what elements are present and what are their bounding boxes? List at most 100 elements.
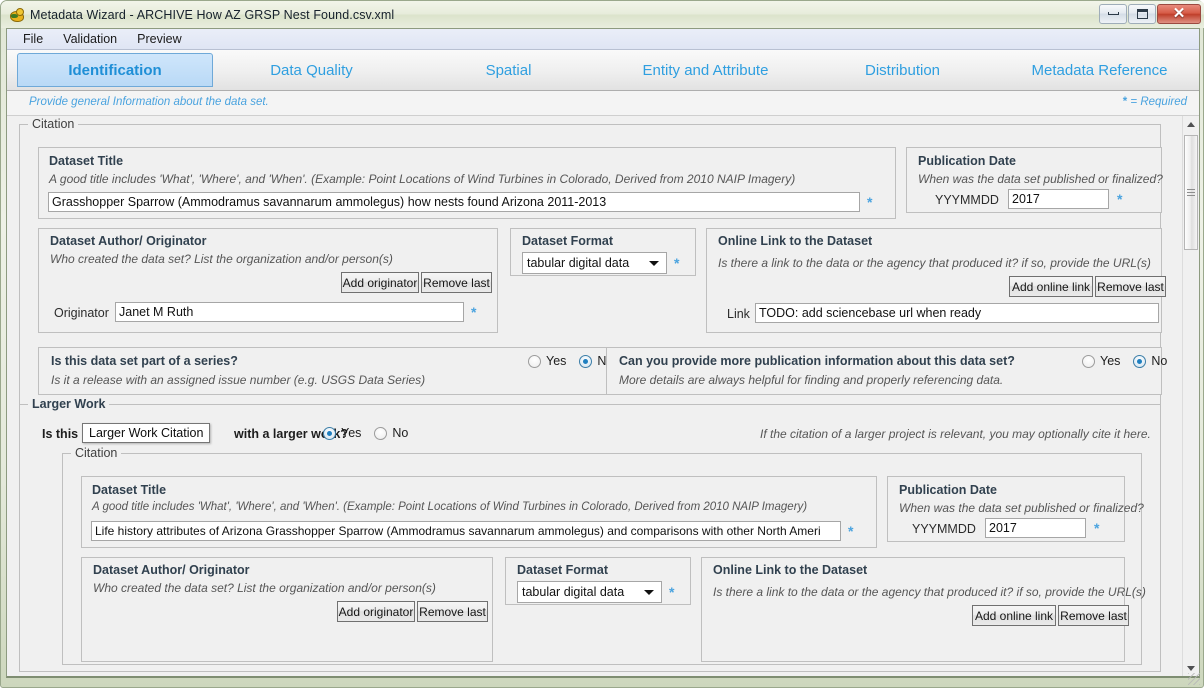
tab-data-quality[interactable]: Data Quality (213, 53, 410, 87)
larger-work-question-prefix: Is this (42, 427, 79, 441)
lw-remove-online-link-button[interactable]: Remove last (1058, 605, 1129, 626)
maximize-button[interactable] (1128, 3, 1156, 24)
lw-publication-date-format-label: YYYMMDD (912, 522, 976, 536)
larger-work-no-label[interactable]: No (392, 426, 408, 440)
dataset-author-label: Dataset Author/ Originator (50, 234, 207, 248)
resize-grip[interactable] (1188, 673, 1200, 685)
publication-yes-label[interactable]: Yes (1100, 354, 1120, 368)
lw-dataset-format-panel: Dataset Format tabular digital data * (505, 557, 691, 605)
lw-publication-date-input[interactable]: 2017 (985, 518, 1086, 538)
lw-dataset-title-hint: A good title includes 'What', 'Where', a… (92, 501, 808, 513)
lw-add-online-link-button[interactable]: Add online link (972, 605, 1056, 626)
add-originator-button[interactable]: Add originator (341, 272, 419, 293)
series-no-radio[interactable] (579, 354, 593, 368)
close-icon: ✕ (1172, 5, 1186, 22)
larger-work-legend: Larger Work (28, 397, 110, 411)
publication-no-label[interactable]: No (1151, 354, 1167, 368)
tab-metadata-reference[interactable]: Metadata Reference (1001, 53, 1198, 87)
tab-entity-and-attribute[interactable]: Entity and Attribute (607, 53, 804, 87)
publication-date-format-label: YYYMMDD (935, 193, 999, 207)
lw-dataset-title-input[interactable]: Life history attributes of Arizona Grass… (91, 521, 841, 541)
series-yes-radio[interactable] (528, 354, 541, 368)
identification-form: Citation Dataset Title A good title incl… (7, 116, 1177, 676)
lw-dataset-title-required-star: * (848, 523, 854, 539)
lw-remove-originator-button[interactable]: Remove last (417, 601, 488, 622)
lw-publication-date-label: Publication Date (899, 483, 997, 497)
larger-work-yes-radio[interactable] (323, 426, 336, 440)
larger-work-no-radio[interactable] (374, 426, 388, 440)
originator-field-label: Originator (54, 306, 109, 320)
series-question-hint: Is it a release with an assigned issue n… (51, 373, 426, 387)
publication-date-input[interactable]: 2017 (1008, 189, 1109, 209)
page-hint: Provide general Information about the da… (29, 96, 269, 108)
series-question-panel: Is this data set part of a series? Is it… (38, 347, 613, 395)
remove-online-link-button[interactable]: Remove last (1095, 276, 1166, 297)
lw-dataset-title-panel: Dataset Title A good title includes 'Wha… (81, 476, 877, 548)
chevron-down-icon (644, 590, 654, 595)
title-bar: Metadata Wizard - ARCHIVE How AZ GRSP Ne… (1, 1, 1204, 28)
application-window: Metadata Wizard - ARCHIVE How AZ GRSP Ne… (0, 0, 1204, 688)
tab-identification[interactable]: Identification (17, 53, 213, 87)
originator-input[interactable]: Janet M Ruth (115, 302, 464, 322)
lw-dataset-author-hint: Who created the data set? List the organ… (93, 581, 436, 595)
lw-dataset-title-label: Dataset Title (92, 483, 167, 497)
scroll-up-button[interactable] (1183, 116, 1199, 133)
dataset-format-required-star: * (674, 255, 680, 271)
vertical-scrollbar[interactable] (1182, 116, 1199, 676)
menu-item-preview[interactable]: Preview (127, 30, 191, 48)
citation-group-legend: Citation (28, 117, 79, 131)
dataset-title-hint: A good title includes 'What', 'Where', a… (49, 172, 796, 186)
dataset-format-panel: Dataset Format tabular digital data * (510, 228, 696, 276)
chevron-up-icon (1187, 122, 1195, 127)
publication-no-radio[interactable] (1133, 354, 1147, 368)
add-online-link-button[interactable]: Add online link (1009, 276, 1093, 297)
remove-originator-button[interactable]: Remove last (421, 272, 492, 293)
lw-dataset-format-select[interactable]: tabular digital data (517, 581, 662, 603)
publication-question-label: Can you provide more publication informa… (619, 354, 1015, 368)
tab-spatial[interactable]: Spatial (410, 53, 607, 87)
menu-item-file[interactable]: File (13, 30, 53, 48)
dataset-title-label: Dataset Title (49, 154, 124, 168)
link-input[interactable]: TODO: add sciencebase url when ready (755, 303, 1159, 323)
online-link-hint: Is there a link to the data or the agenc… (718, 256, 1151, 270)
minimize-icon (1107, 12, 1119, 15)
lw-publication-date-required-star: * (1094, 520, 1100, 536)
tab-bar: Identification Data Quality Spatial Enti… (7, 50, 1199, 91)
menu-bar: File Validation Preview (7, 29, 1199, 50)
lw-publication-date-panel: Publication Date When was the data set p… (887, 476, 1144, 542)
dataset-format-value: tabular digital data (527, 256, 630, 270)
publication-date-panel: Publication Date When was the data set p… (906, 147, 1163, 213)
minimize-button[interactable] (1099, 3, 1127, 24)
larger-work-citation-legend: Citation (71, 446, 122, 460)
chevron-down-icon (649, 261, 659, 266)
menu-item-validation[interactable]: Validation (53, 30, 127, 48)
publication-date-label: Publication Date (918, 154, 1016, 168)
publication-yes-radio[interactable] (1082, 354, 1095, 368)
chevron-down-icon (1187, 666, 1195, 671)
dataset-title-input[interactable]: Grasshopper Sparrow (Ammodramus savannar… (48, 192, 860, 212)
larger-work-yes-label[interactable]: Yes (341, 426, 361, 440)
link-field-label: Link (727, 307, 750, 321)
close-button[interactable]: ✕ (1157, 3, 1201, 24)
grip-icon (1187, 189, 1195, 196)
originator-required-star: * (471, 304, 477, 320)
larger-work-group: Larger Work Is this with a larger work? … (19, 397, 1161, 672)
lw-online-link-hint: Is there a link to the data or the agenc… (713, 585, 1146, 599)
larger-work-radio-group: Yes No (323, 426, 416, 440)
publication-question-panel: Can you provide more publication informa… (606, 347, 1167, 395)
lw-online-link-label: Online Link to the Dataset (713, 563, 868, 577)
maximize-icon (1136, 8, 1148, 19)
window-title: Metadata Wizard - ARCHIVE How AZ GRSP Ne… (30, 7, 395, 22)
dataset-author-hint: Who created the data set? List the organ… (50, 252, 393, 266)
scrollbar-thumb[interactable] (1184, 135, 1198, 250)
online-link-label: Online Link to the Dataset (718, 234, 873, 248)
dataset-author-panel: Dataset Author/ Originator Who created t… (38, 228, 498, 333)
publication-date-hint: When was the data set published or final… (918, 172, 1163, 186)
series-yes-label[interactable]: Yes (546, 354, 566, 368)
dataset-format-select[interactable]: tabular digital data (522, 252, 667, 274)
publication-date-required-star: * (1117, 191, 1123, 207)
lw-add-originator-button[interactable]: Add originator (337, 601, 415, 622)
lw-dataset-format-label: Dataset Format (517, 563, 608, 577)
scroll-container: Citation Dataset Title A good title incl… (7, 116, 1199, 676)
tab-distribution[interactable]: Distribution (804, 53, 1001, 87)
